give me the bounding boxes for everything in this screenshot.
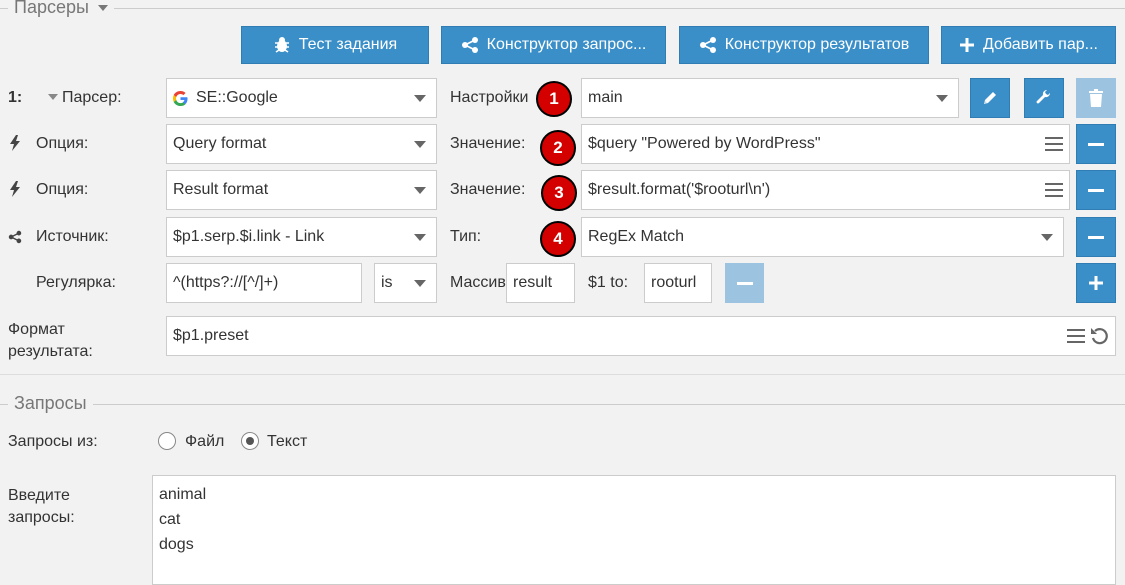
source-select[interactable]: $p1.serp.$i.link - Link xyxy=(166,217,437,257)
option-select-query-format[interactable]: Query format xyxy=(166,124,437,164)
settings-select[interactable]: main xyxy=(581,78,959,118)
radio-text[interactable] xyxy=(241,432,259,450)
radio-text-label: Текст xyxy=(267,433,308,450)
minus-icon xyxy=(1088,142,1104,146)
chevron-down-icon xyxy=(414,140,426,148)
bolt-icon xyxy=(10,135,20,156)
chevron-down-icon xyxy=(414,186,426,194)
queries-legend: Запросы xyxy=(8,393,93,414)
value-label: Значение: xyxy=(450,135,526,152)
parser-settings-button[interactable] xyxy=(1024,78,1064,118)
share-icon xyxy=(461,36,479,54)
undo-icon[interactable] xyxy=(1089,327,1109,345)
result-builder-button[interactable]: Конструктор результатов xyxy=(679,26,929,64)
chevron-down-icon xyxy=(414,279,426,287)
parsers-legend[interactable]: Парсеры xyxy=(8,0,114,18)
test-task-button[interactable]: Тест задания xyxy=(241,26,429,64)
chevron-down-icon xyxy=(414,94,426,102)
chevron-down-icon xyxy=(414,233,426,241)
queries-from-label: Запросы из: xyxy=(8,433,98,450)
array-label: Массив xyxy=(450,274,506,291)
option-label: Опция: xyxy=(36,181,89,198)
minus-icon xyxy=(1088,188,1104,192)
badge-3: 3 xyxy=(541,175,577,211)
bolt-icon xyxy=(10,181,20,202)
menu-icon[interactable] xyxy=(1045,137,1063,151)
add-parser-button[interactable]: Добавить пар... xyxy=(941,26,1116,64)
result-format-label: Формат результата: xyxy=(8,321,93,360)
share-icon xyxy=(8,230,22,249)
remove-option-button[interactable] xyxy=(1076,170,1116,210)
type-label: Тип: xyxy=(450,228,482,245)
value-label: Значение: xyxy=(450,181,526,198)
parser-label: Парсер: xyxy=(62,89,122,106)
badge-2: 2 xyxy=(540,130,576,166)
regex-input[interactable]: ^(https?://[^/]+) xyxy=(166,263,362,303)
plus-icon xyxy=(959,37,975,53)
array-name-input[interactable]: result xyxy=(506,263,575,303)
query-format-value-input[interactable]: $query "Powered by WordPress" xyxy=(581,124,1070,164)
parser-select[interactable]: SE::Google xyxy=(166,78,437,118)
badge-4: 4 xyxy=(540,221,576,257)
remove-option-button[interactable] xyxy=(1076,124,1116,164)
option-label: Опция: xyxy=(36,135,89,152)
regex-label: Регулярка: xyxy=(36,274,116,291)
group-to-label: $1 to: xyxy=(588,274,629,291)
menu-icon[interactable] xyxy=(1045,183,1063,197)
source-label: Источник: xyxy=(36,228,109,245)
query-builder-button[interactable]: Конструктор запрос... xyxy=(441,26,666,64)
type-select[interactable]: RegEx Match xyxy=(581,217,1064,257)
group-target-input[interactable]: rooturl xyxy=(644,263,712,303)
trash-icon xyxy=(1088,89,1104,107)
radio-file[interactable] xyxy=(158,432,176,450)
chevron-down-icon xyxy=(1041,233,1053,241)
result-format-input[interactable]: $p1.preset xyxy=(166,316,1116,356)
settings-label: Настройки xyxy=(450,89,529,106)
queries-textarea[interactable]: animal cat dogs xyxy=(152,475,1116,585)
plus-icon xyxy=(1088,275,1104,291)
chevron-down-icon xyxy=(97,5,108,12)
share-icon xyxy=(699,36,717,54)
google-icon xyxy=(173,90,188,106)
minus-icon xyxy=(1088,235,1104,239)
wrench-icon xyxy=(1035,89,1053,107)
row-number: 1: xyxy=(8,89,23,106)
add-group-button[interactable] xyxy=(1076,263,1116,303)
pencil-icon xyxy=(981,89,999,107)
remove-source-button[interactable] xyxy=(1076,217,1116,257)
menu-icon[interactable] xyxy=(1067,329,1085,343)
enter-queries-label: Введите запросы: xyxy=(8,487,75,526)
remove-group-button[interactable] xyxy=(725,263,764,303)
minus-icon xyxy=(736,281,753,285)
result-format-value-input[interactable]: $result.format('$rooturl\n') xyxy=(581,170,1070,210)
delete-parser-button[interactable] xyxy=(1076,78,1116,118)
edit-settings-button[interactable] xyxy=(970,78,1010,118)
option-select-result-format[interactable]: Result format xyxy=(166,170,437,210)
collapse-triangle-icon[interactable] xyxy=(48,94,58,100)
regex-flags-select[interactable]: is xyxy=(374,263,437,303)
radio-file-label: Файл xyxy=(185,433,225,450)
chevron-down-icon xyxy=(936,94,948,102)
badge-1: 1 xyxy=(536,81,572,117)
bug-icon xyxy=(273,36,291,54)
